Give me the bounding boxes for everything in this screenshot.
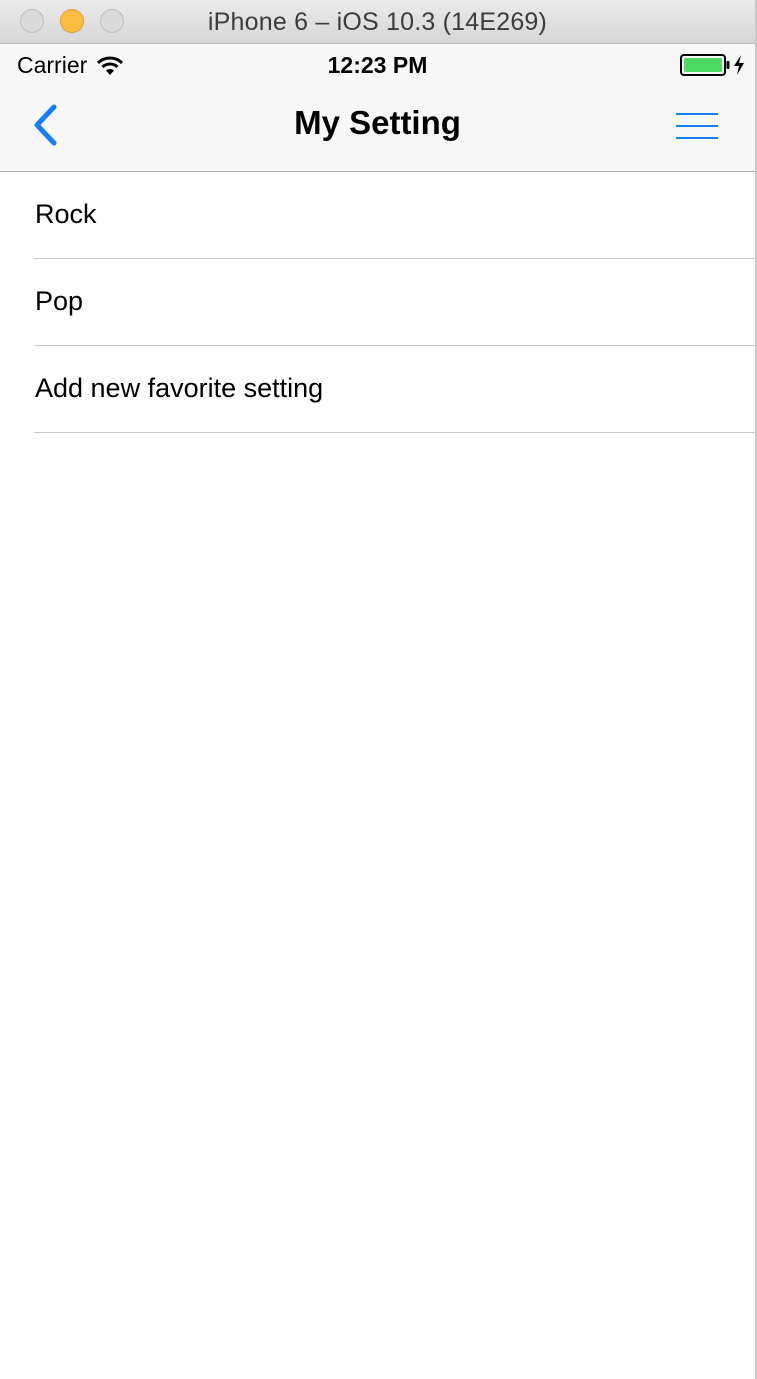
window-title: iPhone 6 – iOS 10.3 (14E269) [207,8,548,36]
status-bar: Carrier 12:23 PM [0,44,755,84]
table-row-label: Add new favorite setting [35,373,324,403]
battery-group [680,54,745,76]
charging-bolt-icon [734,55,744,75]
hamburger-menu-icon [676,113,718,139]
table-row-label: Pop [35,286,84,316]
navigation-bar: My Setting [0,84,755,172]
table-row-rock[interactable]: Rock [0,172,755,259]
simulator-window: iPhone 6 – iOS 10.3 (14E269) Carrier 12:… [0,0,757,1379]
window-titlebar[interactable]: iPhone 6 – iOS 10.3 (14E269) [0,0,755,44]
table-row-label: Rock [35,199,97,229]
battery-icon [680,54,730,76]
menu-button[interactable] [675,108,719,144]
settings-table: Rock Pop Add new favorite setting [0,172,755,433]
status-time: 12:23 PM [327,52,428,78]
page-title: My Setting [294,104,461,141]
table-row-pop[interactable]: Pop [0,259,755,346]
row-separator [34,432,755,433]
table-row-add-favorite[interactable]: Add new favorite setting [0,346,755,433]
